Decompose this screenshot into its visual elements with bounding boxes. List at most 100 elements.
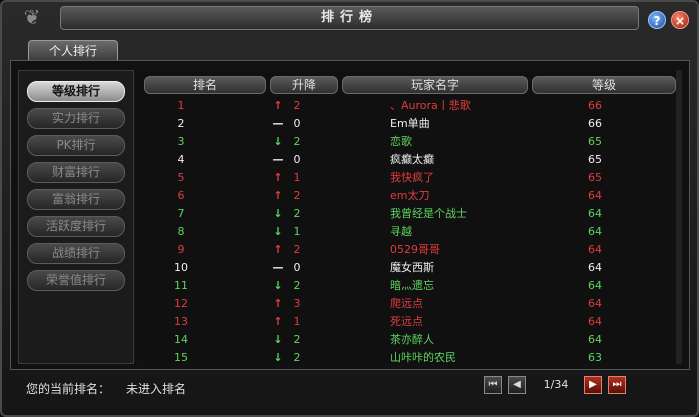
rank-change-cell: 1 — [293, 225, 301, 238]
sidebar-item-battle[interactable]: 战绩排行 — [27, 243, 125, 264]
sidebar-item-activity[interactable]: 活跃度排行 — [27, 216, 125, 237]
rank-cell: 14 — [174, 333, 188, 346]
level-cell: 64 — [588, 279, 602, 292]
arrow-up-icon: ↑ — [273, 297, 283, 310]
table-row[interactable]: 4 — 0 疯癫太癫 65 — [140, 151, 682, 169]
player-name-cell: 山咔咔的农民 — [390, 351, 456, 364]
rank-change-cell: 2 — [293, 243, 301, 256]
dash-icon: — — [272, 261, 284, 274]
level-cell: 66 — [588, 117, 602, 130]
table-row[interactable]: 9 ↑ 2 0529哥哥 64 — [140, 241, 682, 259]
question-icon[interactable]: ? — [648, 11, 666, 29]
table-row[interactable]: 15 ↓ 2 山咔咔的农民 63 — [140, 349, 682, 367]
close-icon[interactable]: × — [671, 11, 689, 29]
sidebar-item-honor[interactable]: 荣誉值排行 — [27, 270, 125, 291]
last-page-icon[interactable]: ⏭ — [608, 376, 626, 394]
level-cell: 64 — [588, 189, 602, 202]
sidebar-item-level[interactable]: 等级排行 — [27, 81, 125, 102]
table-row[interactable]: 6 ↑ 2 em太刀 64 — [140, 187, 682, 205]
level-cell: 64 — [588, 225, 602, 238]
player-name-cell: 茶亦醉人 — [390, 333, 434, 346]
rank-change-cell: 2 — [293, 333, 301, 346]
window-title: 排行榜 — [60, 6, 639, 30]
rank-change-cell: 0 — [293, 117, 301, 130]
rank-cell: 15 — [174, 351, 188, 364]
tab-personal-ranking[interactable]: 个人排行 — [28, 40, 118, 61]
player-name-cell: 、Aurora丨悲歌 — [390, 99, 471, 112]
player-name-cell: Em单曲 — [390, 117, 430, 130]
player-name-cell: em太刀 — [390, 189, 430, 202]
player-name-cell: 暗灬遗忘 — [390, 279, 434, 292]
level-cell: 64 — [588, 333, 602, 346]
level-cell: 64 — [588, 207, 602, 220]
rank-cell: 8 — [177, 225, 185, 238]
table-row[interactable]: 1 ↑ 2 、Aurora丨悲歌 66 — [140, 97, 682, 115]
level-cell: 64 — [588, 243, 602, 256]
rank-cell: 4 — [177, 153, 185, 166]
ranking-table: 排名 升降 玩家名字 等级 1 ↑ 2 、Aurora丨悲歌 66 2—0 Em单曲 66 3 ↓… — [140, 70, 682, 364]
arrow-down-icon: ↓ — [273, 225, 283, 238]
rank-change-cell: 2 — [293, 279, 301, 292]
arrow-down-icon: ↓ — [273, 207, 283, 220]
table-row[interactable]: 12 ↑ 3 爬远点 64 — [140, 295, 682, 313]
rank-cell: 6 — [177, 189, 185, 202]
level-cell: 66 — [588, 99, 602, 112]
header-level[interactable]: 等级 — [532, 76, 676, 94]
table-header: 排名 升降 玩家名字 等级 — [144, 76, 676, 94]
prev-page-icon[interactable]: ◀ — [508, 376, 526, 394]
sidebar: 等级排行 实力排行 PK排行 财富排行 富翁排行 活跃度排行 战绩排行 荣誉值排… — [18, 70, 134, 364]
rank-change-cell: 3 — [293, 297, 301, 310]
rank-cell: 10 — [174, 261, 188, 274]
player-name-cell: 我曾经是个战士 — [390, 207, 467, 220]
left-ornament-icon: ❦ — [23, 5, 41, 29]
table-row[interactable]: 3 ↓ 2 恋歌 65 — [140, 133, 682, 151]
arrow-down-icon: ↓ — [273, 135, 283, 148]
rank-change-cell: 2 — [293, 189, 301, 202]
sidebar-item-pk[interactable]: PK排行 — [27, 135, 125, 156]
level-cell: 64 — [588, 315, 602, 328]
level-cell: 64 — [588, 261, 602, 274]
header-rank[interactable]: 排名 — [144, 76, 266, 94]
rank-change-cell: 0 — [293, 261, 301, 274]
current-rank-value: 未进入排名 — [126, 382, 187, 396]
dash-icon: — — [272, 153, 284, 166]
player-name-cell: 寻越 — [390, 225, 412, 238]
arrow-up-icon: ↑ — [273, 99, 283, 112]
sidebar-item-power[interactable]: 实力排行 — [27, 108, 125, 129]
page-indicator: 1/34 — [543, 378, 569, 391]
scrollbar[interactable] — [676, 70, 682, 364]
level-cell: 65 — [588, 153, 602, 166]
rank-cell: 3 — [177, 135, 185, 148]
rank-cell: 5 — [177, 171, 185, 184]
table-row[interactable]: 13 ↑ 1 死远点 64 — [140, 313, 682, 331]
rank-change-cell: 0 — [293, 153, 301, 166]
next-page-icon[interactable]: ▶ — [584, 376, 602, 394]
table-row[interactable]: 7 ↓ 2 我曾经是个战士 64 — [140, 205, 682, 223]
rank-cell: 1 — [177, 99, 185, 112]
table-row[interactable]: 2 — 0 Em单曲 66 — [140, 115, 682, 133]
level-cell: 65 — [588, 135, 602, 148]
first-page-icon[interactable]: ⏮ — [484, 376, 502, 394]
player-name-cell: 死远点 — [390, 315, 423, 328]
header-name[interactable]: 玩家名字 — [342, 76, 528, 94]
rank-change-cell: 1 — [293, 315, 301, 328]
level-cell: 65 — [588, 171, 602, 184]
table-row[interactable]: 5 ↑ 1 我快疯了 65 — [140, 169, 682, 187]
rank-change-cell: 1 — [293, 171, 301, 184]
arrow-down-icon: ↓ — [273, 279, 283, 292]
current-rank-label: 您的当前排名： — [26, 382, 111, 396]
dash-icon: — — [272, 117, 284, 130]
sidebar-item-wealth[interactable]: 财富排行 — [27, 162, 125, 183]
rank-change-cell: 2 — [293, 207, 301, 220]
rank-cell: 7 — [177, 207, 185, 220]
table-row[interactable]: 14 ↓ 2 茶亦醉人 64 — [140, 331, 682, 349]
arrow-down-icon: ↓ — [273, 351, 283, 364]
rank-cell: 9 — [177, 243, 185, 256]
table-row[interactable]: 10 — 0 魔女西斯 64 — [140, 259, 682, 277]
level-cell: 63 — [588, 351, 602, 364]
table-row[interactable]: 11 ↓ 2 暗灬遗忘 64 — [140, 277, 682, 295]
sidebar-item-rich[interactable]: 富翁排行 — [27, 189, 125, 210]
header-change[interactable]: 升降 — [270, 76, 338, 94]
table-row[interactable]: 8 ↓ 1 寻越 64 — [140, 223, 682, 241]
player-name-cell: 魔女西斯 — [390, 261, 434, 274]
